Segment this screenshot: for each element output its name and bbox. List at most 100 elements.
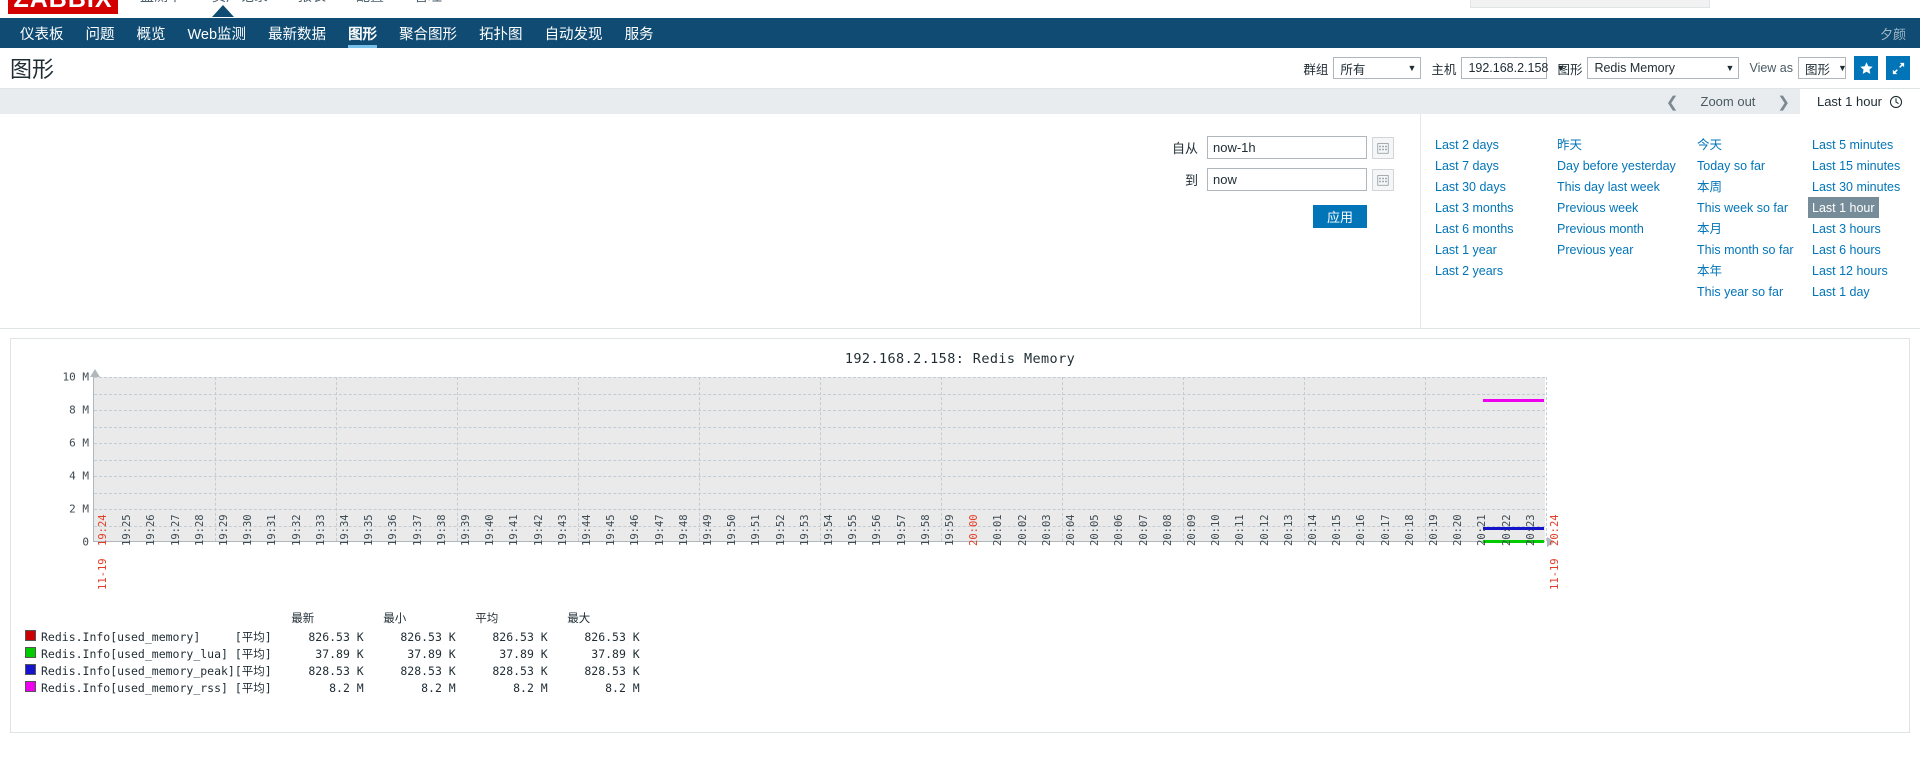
quick-range-link[interactable]: Last 2 days — [1431, 134, 1543, 155]
quick-range-link[interactable]: Previous year — [1553, 239, 1683, 260]
global-menu-item[interactable]: 报表 — [298, 0, 326, 6]
to-calendar-button[interactable] — [1372, 168, 1394, 191]
grid-line-vertical — [820, 377, 821, 541]
apply-button[interactable]: 应用 — [1312, 205, 1367, 228]
quick-range-link[interactable]: Last 1 hour — [1808, 197, 1879, 218]
x-axis-tick-label: 20:23 — [1524, 514, 1537, 546]
global-menu-item[interactable]: 管理 — [414, 0, 442, 6]
quick-range-link[interactable]: This day last week — [1553, 176, 1683, 197]
x-axis-tick-label: 19:37 — [411, 514, 424, 546]
quick-range-link[interactable]: Last 2 years — [1431, 260, 1543, 281]
nav-item-screens[interactable]: 聚合图形 — [388, 18, 468, 48]
quick-range-link[interactable]: Last 1 day — [1808, 281, 1920, 302]
grid-line-horizontal — [94, 509, 1545, 510]
quick-range-link[interactable]: Last 5 minutes — [1808, 134, 1920, 155]
host-filter-select[interactable]: 192.168.2.158 ▼ — [1461, 57, 1565, 79]
group-filter-select[interactable]: 所有 ▼ — [1333, 57, 1422, 79]
legend-value-last: 37.89 K — [315, 647, 364, 661]
nav-item-web-monitoring[interactable]: Web监测 — [177, 18, 258, 48]
time-next-button[interactable]: ❯ — [1767, 89, 1800, 114]
fullscreen-button[interactable] — [1886, 56, 1910, 80]
x-axis-tick-label: 20:05 — [1089, 514, 1102, 546]
quick-range-link[interactable]: Last 12 hours — [1808, 260, 1920, 281]
time-range-tab[interactable]: Last 1 hour — [1800, 89, 1920, 114]
global-menu[interactable]: 监测中 资产记录 报表 配置 管理 — [140, 0, 442, 6]
nav-item-latest-data[interactable]: 最新数据 — [257, 18, 337, 48]
to-label: 到 — [1184, 173, 1198, 188]
legend-spacer — [41, 609, 235, 629]
graph-filter-value: Redis Memory — [1594, 61, 1676, 75]
from-calendar-button[interactable] — [1372, 136, 1394, 159]
legend-spacer — [25, 609, 41, 629]
quick-range-link[interactable]: Today so far — [1693, 155, 1798, 176]
time-filter-form: 自从 到 — [0, 114, 1420, 328]
quick-range-link[interactable]: Last 30 minutes — [1808, 176, 1920, 197]
x-axis-tick-label: 20:09 — [1186, 514, 1198, 546]
nav-item-problems[interactable]: 问题 — [75, 18, 126, 48]
grid-line-vertical — [1304, 377, 1305, 541]
user-icon[interactable]: ■ — [1871, 0, 1879, 3]
quick-range-column: 昨天 Day before yesterday This day last week… — [1543, 134, 1683, 328]
quick-range-link[interactable]: Last 30 days — [1431, 176, 1543, 197]
grid-line-horizontal — [94, 492, 1545, 494]
x-axis-tick-label: 19:26 — [145, 514, 158, 546]
global-actions[interactable]: ? ■ → — [1846, 0, 1910, 3]
quick-range-link[interactable]: 今天 — [1693, 134, 1798, 155]
quick-range-link[interactable]: This week so far — [1693, 197, 1798, 218]
x-axis-tick-label: 20:22 — [1500, 514, 1513, 546]
legend-value-max: 826.53 K — [584, 630, 640, 644]
quick-range-link[interactable]: Last 3 months — [1431, 197, 1543, 218]
x-axis-tick-label: 20:10 — [1210, 514, 1223, 546]
global-search-input[interactable] — [1470, 0, 1710, 8]
quick-range-link[interactable]: 本周 — [1693, 176, 1798, 197]
graph-filter-select[interactable]: Redis Memory ▼ — [1587, 57, 1740, 79]
nav-item-dashboard[interactable]: 仪表板 — [9, 18, 75, 48]
from-input[interactable] — [1207, 136, 1367, 159]
global-menu-item[interactable]: 配置 — [356, 0, 384, 6]
quick-range-link[interactable]: This year so far — [1693, 281, 1798, 302]
y-axis-tick-label: 0 — [82, 535, 89, 549]
favorite-button[interactable] — [1854, 56, 1878, 80]
quick-range-link[interactable]: Last 1 year — [1431, 239, 1543, 260]
x-axis-tick-label: 20:00 — [968, 514, 981, 546]
nav-item-discovery[interactable]: 自动发现 — [534, 18, 614, 48]
quick-range-link[interactable]: 本年 — [1693, 260, 1798, 281]
quick-range-link[interactable]: Day before yesterday — [1553, 155, 1683, 176]
plot-area — [93, 377, 1547, 543]
quick-range-link[interactable]: Previous month — [1553, 218, 1683, 239]
x-axis-tick-label: 20:20 — [1452, 514, 1465, 546]
view-as-select[interactable]: 图形 ▼ — [1798, 57, 1847, 79]
legend-row: Redis.Info[used_memory_peak] [平均] 828.53 K… — [25, 663, 640, 680]
legend-value-max: 37.89 K — [591, 647, 640, 661]
to-input[interactable] — [1207, 168, 1367, 191]
quick-range-link[interactable]: Last 15 minutes — [1808, 155, 1920, 176]
quick-range-link[interactable]: Last 7 days — [1431, 155, 1543, 176]
nav-item-graphs[interactable]: 图形 — [337, 18, 388, 48]
quick-range-link[interactable]: Last 6 months — [1431, 218, 1543, 239]
signout-icon[interactable]: → — [1897, 0, 1910, 3]
quick-range-link[interactable]: Previous week — [1553, 197, 1683, 218]
quick-range-link[interactable]: This month so far — [1693, 239, 1798, 260]
x-axis-tick-label: 20:19 — [1428, 514, 1440, 546]
nav-item-services[interactable]: 服务 — [614, 18, 665, 48]
global-menu-item[interactable]: 监测中 — [140, 0, 182, 6]
quick-range-link[interactable]: Last 3 hours — [1808, 218, 1920, 239]
legend-aggregation-function: [平均] — [234, 681, 272, 695]
series-line — [1483, 398, 1544, 402]
grid-line-horizontal — [94, 525, 1545, 527]
quick-range-link[interactable]: Last 6 hours — [1808, 239, 1920, 260]
page-header: 图形 群组 所有 ▼ 主机 192.168.2.158 ▼ 图形 Redis M… — [0, 48, 1920, 88]
nav-item-overview[interactable]: 概览 — [126, 18, 177, 48]
x-axis-tick-label: 20:14 — [1307, 514, 1319, 546]
y-axis-tick-label: 10 M — [62, 370, 90, 384]
quick-range-link[interactable]: 昨天 — [1553, 134, 1683, 155]
x-axis-tick-label: 19:39 — [460, 514, 472, 546]
grid-line-vertical — [215, 377, 216, 541]
legend-spacer — [235, 609, 272, 629]
time-prev-button[interactable]: ❮ — [1656, 89, 1689, 114]
grid-line-vertical — [336, 377, 337, 541]
help-icon[interactable]: ? — [1846, 0, 1853, 3]
nav-item-maps[interactable]: 拓扑图 — [468, 18, 534, 48]
zoom-out-button[interactable]: Zoom out — [1689, 89, 1768, 114]
quick-range-link[interactable]: 本月 — [1693, 218, 1798, 239]
